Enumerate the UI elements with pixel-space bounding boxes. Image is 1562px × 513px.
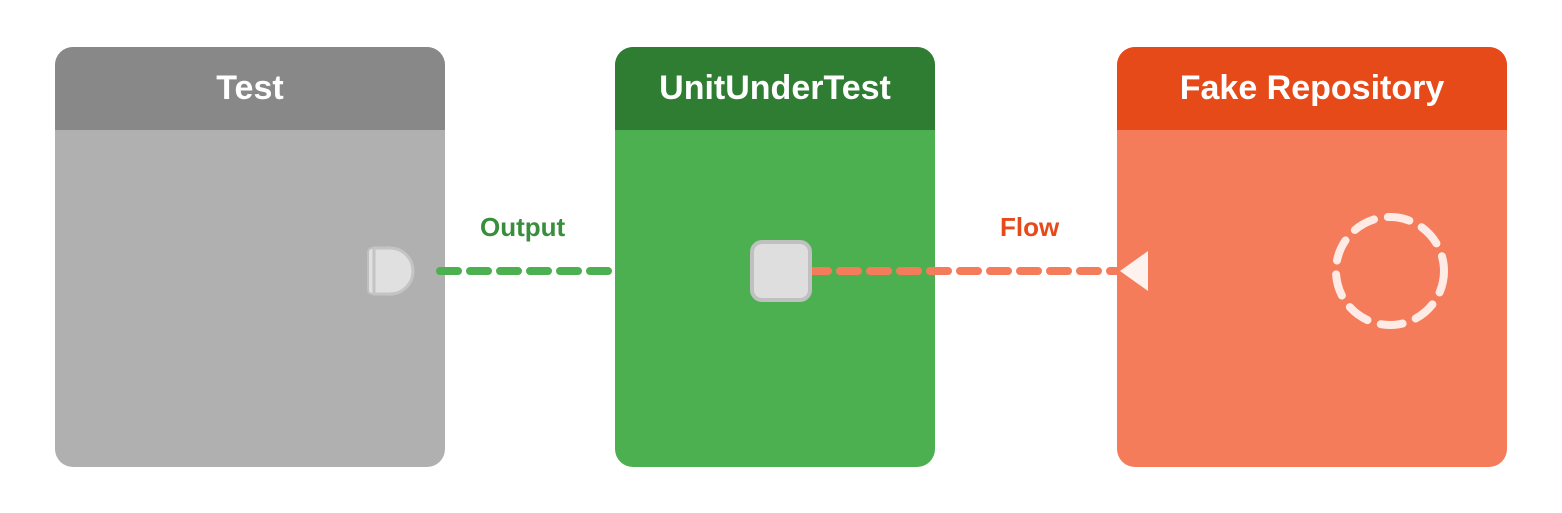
flow-label: Flow — [1000, 212, 1059, 243]
output-label: Output — [480, 212, 565, 243]
unit-box-header: UnitUnderTest — [615, 47, 935, 130]
diagram: Test UnitUnderTest Fake Repository — [0, 0, 1562, 513]
unit-box: UnitUnderTest — [615, 47, 935, 467]
test-box: Test — [55, 47, 445, 467]
test-box-header: Test — [55, 47, 445, 130]
fake-box: Fake Repository — [1117, 47, 1507, 467]
fake-box-header: Fake Repository — [1117, 47, 1507, 130]
